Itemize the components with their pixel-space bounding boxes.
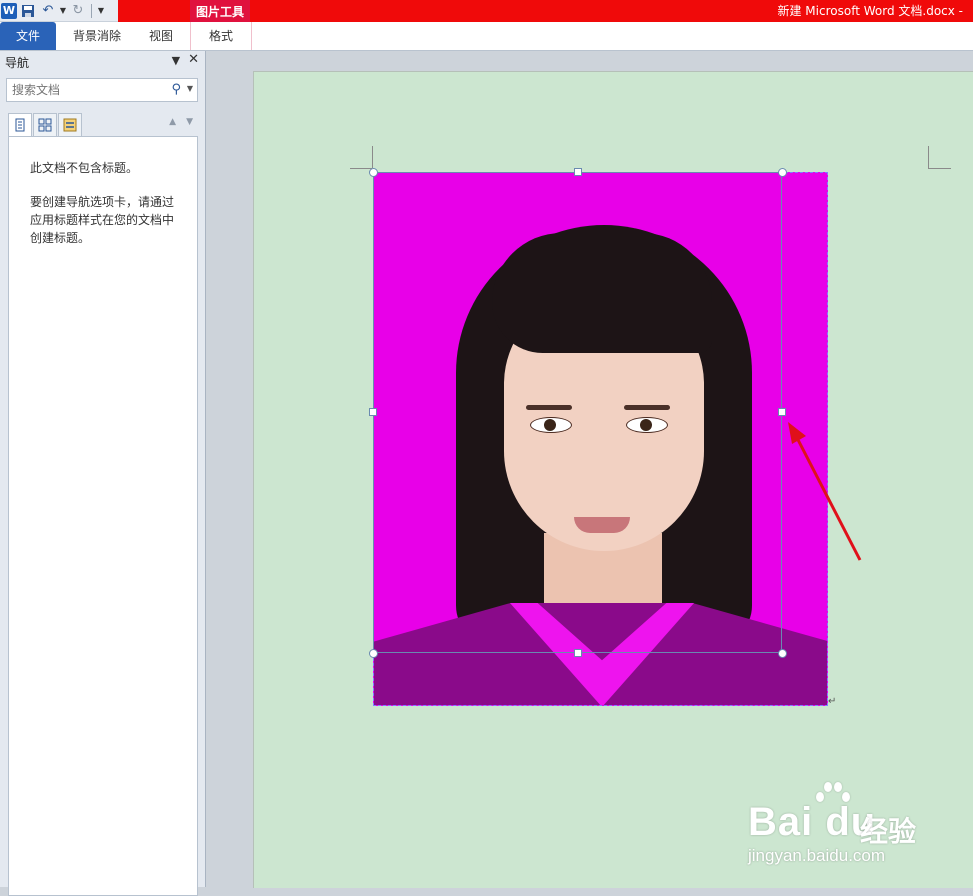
- redo-icon[interactable]: ↻: [69, 2, 87, 20]
- watermark-brand-cn: 经验: [860, 815, 917, 848]
- crop-mark-top-left-horizontal: [350, 168, 372, 169]
- lips: [574, 517, 630, 533]
- bangs-shape: [492, 233, 712, 353]
- resize-handle-bottom-left[interactable]: [369, 649, 378, 658]
- watermark-brand: Bai du: [748, 800, 877, 844]
- search-options-icon[interactable]: ▼: [187, 84, 193, 93]
- resize-handle-top-left[interactable]: [369, 168, 378, 177]
- left-eye: [530, 417, 572, 433]
- no-headings-message: 此文档不包含标题。: [30, 161, 139, 175]
- navigation-pane-title: 导航: [5, 55, 30, 70]
- right-eye: [626, 417, 668, 433]
- save-icon[interactable]: [19, 2, 37, 20]
- navigation-pane: 导航 ▼ ✕ ⚲ ▼ ▲ ▼ 此文档不包含标题。 要创建导航选项卡，请通过应用标…: [0, 51, 206, 896]
- previous-arrow-icon[interactable]: ▲: [169, 117, 176, 127]
- navigation-results: 此文档不包含标题。 要创建导航选项卡，请通过应用标题样式在您的文档中创建标题。: [8, 136, 198, 896]
- customize-qat-icon[interactable]: ▼: [96, 2, 106, 20]
- left-eyebrow: [526, 405, 572, 410]
- crop-mark-top-left-vertical: [372, 146, 373, 168]
- resize-handle-left[interactable]: [369, 408, 377, 416]
- portrait-picture[interactable]: [373, 172, 828, 706]
- next-arrow-icon[interactable]: ▼: [186, 117, 193, 127]
- create-headings-hint: 要创建导航选项卡，请通过应用标题样式在您的文档中创建标题。: [30, 195, 175, 245]
- word-logo-icon[interactable]: W: [1, 2, 17, 19]
- search-box[interactable]: ⚲ ▼: [6, 78, 198, 102]
- search-input[interactable]: [12, 83, 162, 97]
- tab-view[interactable]: 视图: [138, 22, 184, 50]
- annotation-arrow: [788, 422, 862, 561]
- resize-handle-bottom-right[interactable]: [778, 649, 787, 658]
- watermark-url: jingyan.baidu.com: [748, 846, 886, 865]
- tab-format[interactable]: 格式: [190, 22, 252, 50]
- resize-handle-top-right[interactable]: [778, 168, 787, 177]
- tab-file[interactable]: 文件: [0, 22, 56, 50]
- tab-background-removal[interactable]: 背景消除: [64, 22, 130, 50]
- navigation-pane-header: 导航 ▼ ✕: [0, 51, 205, 73]
- ribbon: 文件 背景消除 视图 格式: [0, 22, 973, 51]
- pages-view-icon[interactable]: [33, 113, 57, 137]
- headings-view-icon[interactable]: [8, 113, 32, 137]
- right-eyebrow: [624, 405, 670, 410]
- resize-handle-bottom[interactable]: [574, 649, 582, 657]
- picture-tools-tab-group: 图片工具: [190, 0, 250, 22]
- navigation-arrows: ▲ ▼: [169, 117, 193, 127]
- navigation-view-tabs: [8, 113, 82, 137]
- paragraph-mark-icon: ↵: [828, 696, 837, 707]
- pane-options-icon[interactable]: ▼: [172, 54, 180, 67]
- baidu-watermark: Bai du 经验 jingyan.baidu.com: [748, 770, 968, 870]
- undo-dropdown-icon[interactable]: ▼: [59, 2, 67, 20]
- close-icon[interactable]: ✕: [188, 53, 199, 67]
- document-title: 新建 Microsoft Word 文档.docx -: [777, 4, 963, 18]
- resize-handle-top[interactable]: [574, 168, 582, 176]
- search-icon[interactable]: ⚲: [171, 82, 181, 97]
- quick-access-toolbar: W ↶ ▼ ↻ ▼: [0, 0, 118, 22]
- results-view-icon[interactable]: [58, 113, 82, 137]
- crop-mark-top-right: [928, 146, 951, 169]
- undo-icon[interactable]: ↶: [39, 2, 57, 20]
- toolbar-separator: [91, 3, 92, 18]
